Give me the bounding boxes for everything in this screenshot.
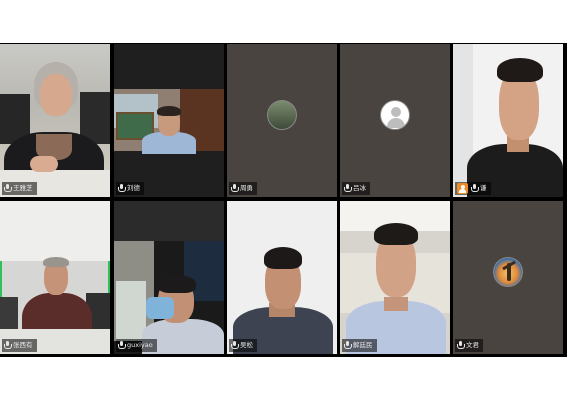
- participant-name: 吴松: [240, 341, 253, 349]
- participant-name: guxiyao: [127, 341, 153, 349]
- microphone-icon: [344, 184, 352, 193]
- video-grid: 王雅芝 刘德 周勇 吕冰 谦 张西有 guxiyao 吴松 解廷民 文君: [0, 43, 567, 357]
- participant-tile-7[interactable]: guxiyao: [114, 201, 224, 354]
- participant-name-bar: 谦: [455, 182, 491, 195]
- microphone-icon: [4, 341, 12, 350]
- participant-tile-3[interactable]: 周勇: [227, 44, 337, 197]
- microphone-icon: [231, 184, 239, 193]
- participant-name-bar: 吴松: [229, 339, 257, 352]
- participant-name-bar: 文君: [455, 339, 483, 352]
- participant-name: 王雅芝: [13, 184, 33, 192]
- participant-name: 周勇: [240, 184, 253, 192]
- default-user-icon: [380, 100, 410, 130]
- microphone-icon: [457, 341, 465, 350]
- participant-tile-2[interactable]: 刘德: [114, 44, 224, 197]
- microphone-icon: [118, 341, 126, 350]
- participant-name-bar: 刘德: [116, 182, 144, 195]
- participant-name-bar: 张西有: [2, 339, 37, 352]
- participant-tile-4[interactable]: 吕冰: [340, 44, 450, 197]
- participant-name-bar: 周勇: [229, 182, 257, 195]
- participant-name: 解廷民: [353, 341, 373, 349]
- microphone-icon: [471, 184, 479, 193]
- microphone-icon: [4, 184, 12, 193]
- moon-avatar-icon: [493, 257, 523, 287]
- participant-tile-9[interactable]: 解廷民: [340, 201, 450, 354]
- participant-name: 谦: [480, 184, 487, 192]
- participant-name-bar: 解廷民: [342, 339, 377, 352]
- participant-name: 刘德: [127, 184, 140, 192]
- participant-avatar: [267, 100, 297, 130]
- participant-tile-5[interactable]: 谦: [453, 44, 563, 197]
- host-badge-icon: [457, 183, 468, 194]
- participant-name: 吕冰: [353, 184, 366, 192]
- participant-name-bar: 吕冰: [342, 182, 370, 195]
- participant-name-bar: guxiyao: [116, 339, 157, 352]
- participant-tile-8[interactable]: 吴松: [227, 201, 337, 354]
- participant-tile-1[interactable]: 王雅芝: [0, 44, 110, 197]
- microphone-icon: [118, 184, 126, 193]
- microphone-icon: [344, 341, 352, 350]
- participant-name: 文君: [466, 341, 479, 349]
- participant-tile-10[interactable]: 文君: [453, 201, 563, 354]
- microphone-icon: [231, 341, 239, 350]
- participant-name: 张西有: [13, 341, 33, 349]
- participant-name-bar: 王雅芝: [2, 182, 37, 195]
- participant-tile-6[interactable]: 张西有: [0, 201, 110, 354]
